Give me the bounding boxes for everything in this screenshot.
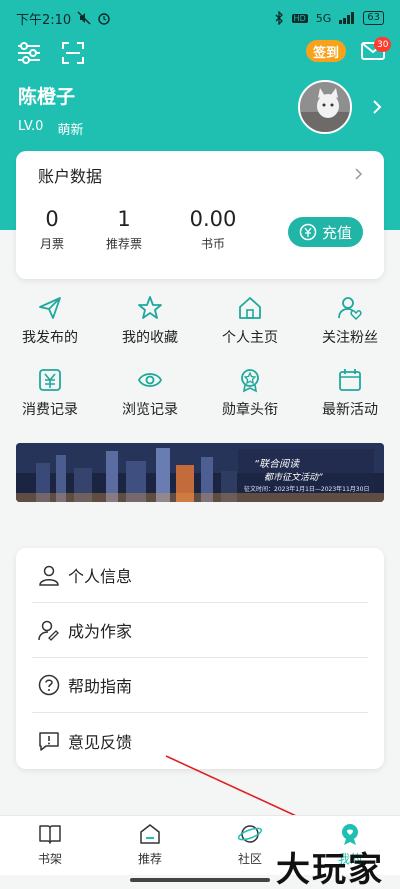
menu-label: 意见反馈 [68, 732, 133, 752]
battery-indicator: 63 [363, 11, 384, 25]
grid-label: 关注粉丝 [322, 330, 378, 346]
help-icon [38, 674, 60, 696]
menu-label: 成为作家 [68, 622, 133, 641]
yen-icon [39, 369, 61, 391]
mail-badge: 30 [374, 37, 392, 52]
calendar-icon [339, 369, 361, 391]
menu-label: 帮助指南 [68, 677, 133, 696]
stat-book-coins[interactable]: 0.00 书币 [173, 207, 253, 252]
hd-icon: HD [291, 13, 308, 23]
star-icon [138, 296, 162, 319]
recharge-label: 充值 [321, 223, 352, 242]
writer-icon [38, 620, 59, 641]
nav-label: 书架 [37, 852, 62, 866]
account-data-title: 账户数据 [38, 167, 103, 186]
alarm-icon [98, 13, 110, 25]
grid-item-medals[interactable]: 勋章头衔 [200, 367, 300, 419]
banner-title-2: 都市征文活动” [264, 473, 323, 483]
account-data-card[interactable]: 账户数据 0 月票 1 推荐票 0.00 书币 充值 [16, 151, 384, 279]
menu-item-help-guide[interactable]: 帮助指南 [32, 658, 368, 713]
stat-value: 1 [117, 207, 131, 231]
stat-label: 推荐票 [105, 237, 142, 251]
menu-card: 个人信息 成为作家 帮助指南 意见反馈 [16, 548, 384, 769]
bookshelf-icon [39, 825, 61, 844]
chevron-right-icon[interactable] [354, 167, 364, 181]
grid-item-browse-history[interactable]: 浏览记录 [100, 367, 200, 419]
feedback-icon [39, 731, 59, 751]
user-level-row: LV.0 萌新 [18, 119, 83, 138]
grid-label: 勋章头衔 [222, 402, 278, 418]
scan-icon[interactable] [60, 40, 86, 66]
user-icon [39, 565, 59, 586]
level-label: LV.0 [18, 119, 44, 134]
grid-item-spending-records[interactable]: 消费记录 [0, 367, 100, 419]
chevron-right-icon[interactable] [370, 98, 384, 116]
grid-item-follow-fans[interactable]: 关注粉丝 [300, 295, 400, 347]
menu-label: 个人信息 [68, 567, 133, 586]
nav-label: 推荐 [137, 852, 162, 866]
banner-title-1: “联合阅读 [254, 459, 300, 470]
grid-item-favorites[interactable]: 我的收藏 [100, 295, 200, 347]
nav-bookshelf[interactable]: 书架 [10, 822, 90, 867]
home-icon [239, 297, 261, 319]
stat-monthly-ticket[interactable]: 0 月票 [12, 207, 92, 252]
stat-label: 月票 [39, 237, 64, 251]
bluetooth-icon [275, 11, 283, 25]
status-bar: 下午2:10 HD 5G 63 [0, 0, 400, 36]
grid-label: 个人主页 [222, 330, 278, 346]
recommend-icon [140, 824, 160, 844]
grid-label: 我的收藏 [122, 330, 178, 346]
mute-icon [77, 11, 91, 25]
stat-value: 0.00 [189, 207, 237, 231]
grid-item-my-posts[interactable]: 我发布的 [0, 295, 100, 347]
avatar[interactable] [298, 80, 352, 134]
stat-value: 0 [45, 207, 59, 231]
grid-item-latest-events[interactable]: 最新活动 [300, 367, 400, 419]
grid-label: 我发布的 [22, 330, 78, 346]
promo-banner[interactable]: “联合阅读 都市征文活动” 征文时间：2023年1月1日—2023年11月30日 [16, 443, 384, 502]
grid-item-homepage[interactable]: 个人主页 [200, 295, 300, 347]
home-indicator[interactable] [130, 878, 270, 882]
menu-item-become-writer[interactable]: 成为作家 [32, 603, 368, 658]
menu-item-feedback[interactable]: 意见反馈 [32, 713, 368, 768]
banner-date: 征文时间：2023年1月1日—2023年11月30日 [244, 486, 370, 493]
send-icon [39, 297, 61, 319]
status-time: 下午2:10 [16, 12, 72, 28]
eye-icon [137, 373, 163, 387]
coin-icon [299, 223, 317, 241]
watermark-text: 大玩家 [276, 850, 384, 889]
network-indicator: 5G [315, 11, 332, 25]
username[interactable]: 陈橙子 [18, 82, 75, 109]
grid-label: 最新活动 [322, 402, 378, 418]
settings-sliders-icon[interactable] [16, 40, 42, 66]
stat-label: 书币 [200, 237, 225, 251]
recharge-button[interactable]: 充值 [288, 217, 363, 247]
user-heart-icon [338, 297, 362, 321]
level-title: 萌新 [57, 123, 84, 138]
community-icon [238, 825, 262, 843]
stat-recommend-ticket[interactable]: 1 推荐票 [84, 207, 164, 252]
city-skyline-image [16, 443, 384, 502]
grid-label: 浏览记录 [122, 402, 178, 418]
signal-icon [339, 12, 355, 24]
menu-item-personal-info[interactable]: 个人信息 [32, 548, 368, 603]
medal-icon [241, 369, 259, 393]
nav-recommend[interactable]: 推荐 [110, 822, 190, 867]
grid-label: 消费记录 [22, 402, 78, 418]
sign-in-button[interactable]: 签到 [306, 40, 346, 62]
